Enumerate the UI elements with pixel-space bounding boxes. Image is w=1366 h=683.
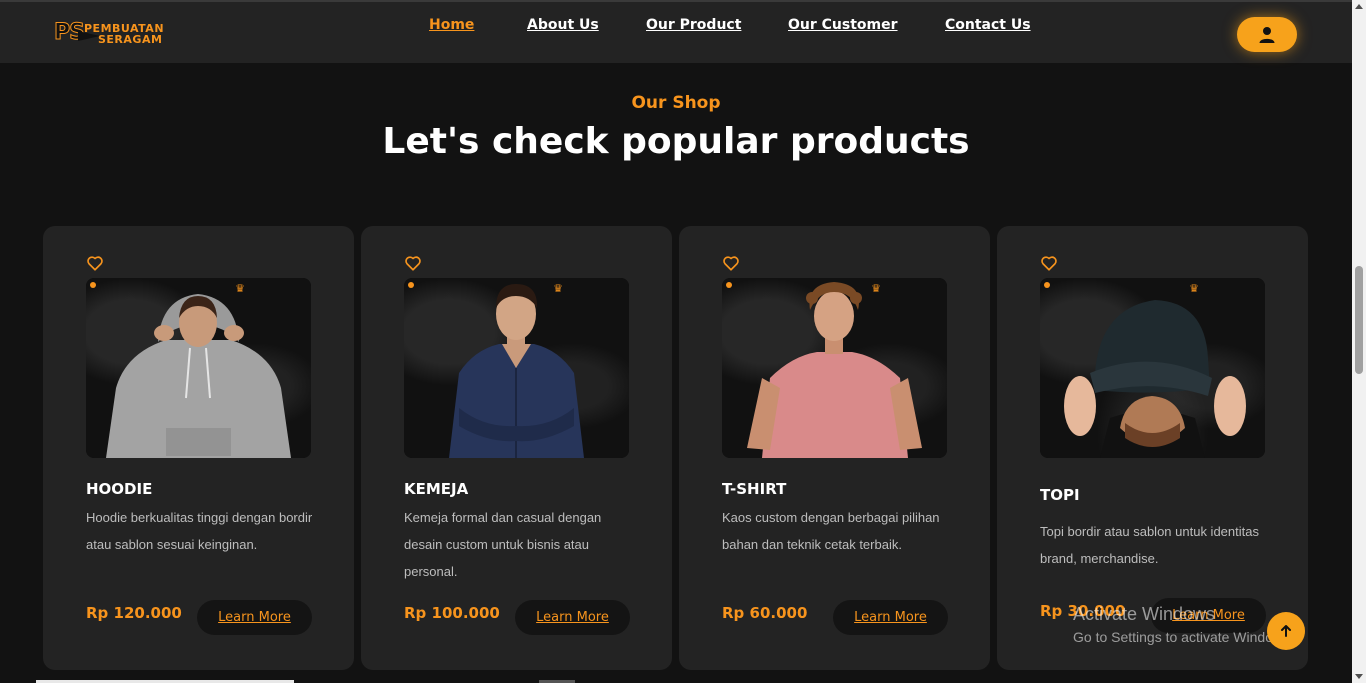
product-description: Kaos custom dengan berbagai pilihan baha…	[722, 510, 940, 552]
page-scrollbar[interactable]	[1352, 0, 1366, 683]
page: PS PEMBUATAN SERAGAM Home About Us Our P…	[0, 0, 1366, 683]
product-card-hoodie: ♛ HOODIE Hoodie berkualitas tinggi denga…	[43, 226, 354, 670]
product-card-kemeja: ♛ KEMEJA Kemeja formal dan casual dengan…	[361, 226, 672, 670]
product-description: Hoodie berkualitas tinggi dengan bordir …	[86, 510, 313, 552]
nav-contact-us[interactable]: Contact Us	[945, 17, 1031, 33]
activate-windows-subtitle: Go to Settings to activate Windows.	[1073, 629, 1294, 645]
product-image-topi: ♛	[1040, 278, 1265, 458]
product-description: Topi bordir atau sablon untuk identitas …	[1040, 524, 1259, 566]
section-heading: Let's check popular products	[382, 121, 970, 162]
heart-outline-icon[interactable]	[86, 254, 104, 272]
section-eyebrow: Our Shop	[631, 93, 721, 113]
scroll-up-arrow-icon[interactable]	[1355, 4, 1363, 9]
nav-links: Home About Us Our Product Our Customer C…	[0, 17, 1352, 39]
product-card-tshirt: ♛ T-SHIRT Kaos custom dengan berbagai pi…	[679, 226, 990, 670]
product-name: KEMEJA	[404, 480, 469, 498]
product-description: Kemeja formal dan casual dengan desain c…	[404, 510, 602, 579]
product-price: Rp 100.000	[404, 604, 500, 622]
heart-outline-icon[interactable]	[1040, 254, 1058, 272]
back-to-top-button[interactable]	[1267, 612, 1305, 650]
navbar: PS PEMBUATAN SERAGAM Home About Us Our P…	[0, 0, 1352, 63]
heart-outline-icon[interactable]	[404, 254, 422, 272]
scroll-down-arrow-icon[interactable]	[1355, 674, 1363, 679]
nav-about-us[interactable]: About Us	[527, 17, 599, 33]
nav-our-product[interactable]: Our Product	[646, 17, 741, 33]
user-account-button[interactable]	[1237, 17, 1297, 52]
product-image-tshirt: ♛	[722, 278, 947, 458]
nav-our-customer[interactable]: Our Customer	[788, 17, 898, 33]
nav-home[interactable]: Home	[429, 17, 474, 33]
product-image-kemeja: ♛	[404, 278, 629, 458]
learn-more-button[interactable]: Learn More	[833, 600, 948, 635]
arrow-up-icon	[1281, 625, 1291, 637]
scroll-thumb[interactable]	[1355, 266, 1363, 374]
learn-more-button[interactable]: Learn More	[197, 600, 312, 635]
product-name: T-SHIRT	[722, 480, 787, 498]
product-name: TOPI	[1040, 486, 1080, 504]
shirt-model-illustration	[449, 284, 584, 458]
activate-windows-title: Activate Windows	[1073, 604, 1216, 624]
user-icon	[1259, 26, 1275, 43]
product-image-hoodie: ♛	[86, 278, 311, 458]
hoodie-model-illustration	[106, 294, 291, 458]
product-price: Rp 120.000	[86, 604, 182, 622]
cap-model-illustration	[1064, 300, 1246, 458]
learn-more-button[interactable]: Learn More	[515, 600, 630, 635]
tshirt-model-illustration	[747, 282, 922, 458]
product-name: HOODIE	[86, 480, 153, 498]
heart-outline-icon[interactable]	[722, 254, 740, 272]
product-price: Rp 60.000	[722, 604, 808, 622]
